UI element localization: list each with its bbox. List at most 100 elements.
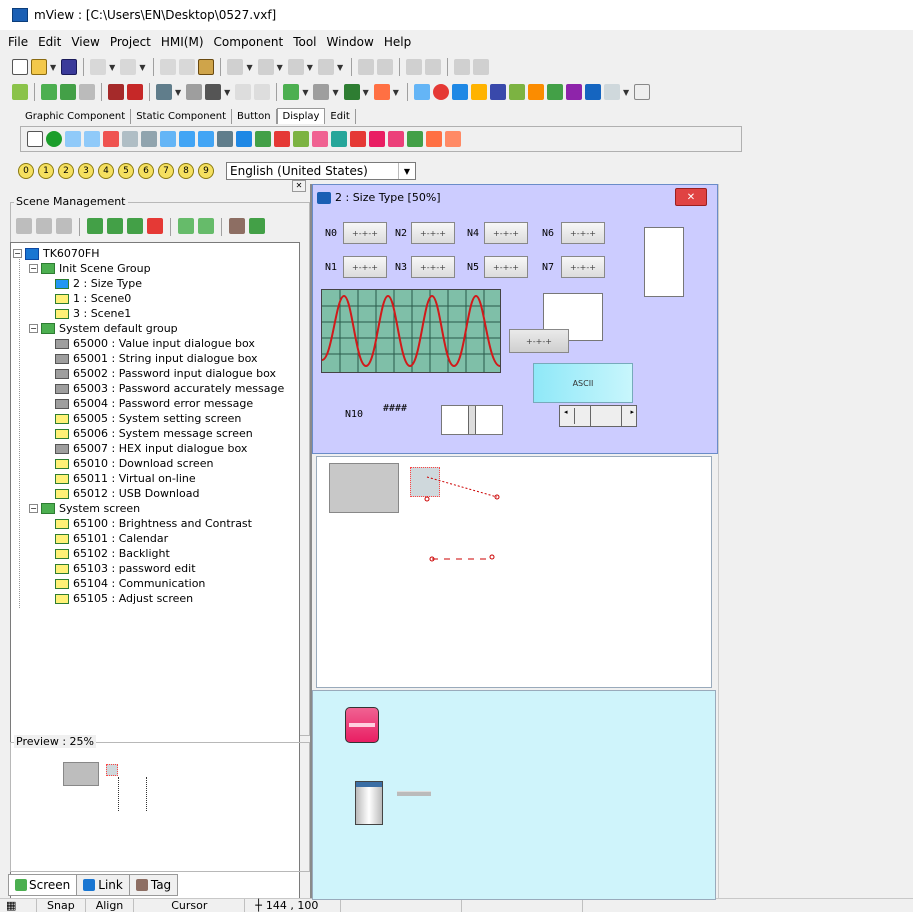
numeric-display-icon[interactable]	[65, 131, 81, 147]
tab-graphic-component[interactable]: Graphic Component	[20, 109, 132, 124]
import-icon[interactable]	[178, 218, 194, 234]
tree-item[interactable]: − Init Scene Group	[29, 261, 151, 276]
rectangle-shape[interactable]	[644, 227, 684, 297]
align-top-icon[interactable]	[257, 59, 274, 75]
upload-icon[interactable]	[60, 84, 76, 100]
scene-copy-icon[interactable]	[36, 218, 52, 234]
tree-item[interactable]: 65002 : Password input dialogue box	[55, 366, 276, 381]
menu-view[interactable]: View	[71, 35, 99, 49]
trend-chart-icon[interactable]	[293, 131, 309, 147]
tree-item[interactable]: 65105 : Adjust screen	[55, 591, 193, 606]
bit-display-icon[interactable]	[103, 131, 119, 147]
ascii-input[interactable]: ASCII	[533, 363, 633, 403]
tree-item[interactable]: 65011 : Virtual on-line	[55, 471, 196, 486]
menu-hmi[interactable]: HMI(M)	[161, 35, 204, 49]
ungroup-icon[interactable]	[377, 59, 394, 75]
tab-button[interactable]: Button	[232, 109, 277, 124]
distribute-icon[interactable]	[287, 59, 304, 75]
language-select[interactable]: English (United States) ▼	[226, 162, 416, 180]
tree-item[interactable]: 65005 : System setting screen	[55, 411, 241, 426]
layer-icon[interactable]	[205, 84, 222, 100]
tree-item[interactable]: 65104 : Communication	[55, 576, 205, 591]
num-button-4[interactable]: 4	[98, 163, 114, 179]
num-button-5[interactable]: 5	[118, 163, 134, 179]
group-icon[interactable]	[358, 59, 375, 75]
monitor-icon[interactable]	[489, 84, 506, 100]
tree-item[interactable]: 65010 : Download screen	[55, 456, 213, 471]
tree-item[interactable]: 3 : Scene1	[55, 306, 131, 321]
collapse-icon[interactable]: −	[13, 249, 22, 258]
tree-item[interactable]: 65100 : Brightness and Contrast	[55, 516, 252, 531]
xy-plot-icon[interactable]	[255, 131, 271, 147]
scene-canvas[interactable]	[316, 456, 712, 688]
option-icon[interactable]	[603, 84, 620, 100]
tree-item[interactable]: 65102 : Backlight	[55, 546, 170, 561]
num-button-6[interactable]: 6	[138, 163, 154, 179]
grid-icon[interactable]	[186, 84, 203, 100]
num-button-7[interactable]: 7	[158, 163, 174, 179]
scheduler-icon[interactable]	[546, 84, 563, 100]
tree-item[interactable]: 65012 : USB Download	[55, 486, 199, 501]
zoom-in-icon[interactable]	[235, 84, 252, 100]
gauge-icon[interactable]	[407, 131, 423, 147]
collapse-icon[interactable]: −	[29, 324, 38, 333]
online-sim-icon[interactable]	[127, 84, 143, 100]
numeric-input[interactable]: +-+-+	[411, 222, 455, 244]
group-property-icon[interactable]	[249, 218, 265, 234]
num-button-1[interactable]: 1	[38, 163, 54, 179]
trend-chart[interactable]	[321, 289, 501, 373]
status-align[interactable]: Align	[86, 899, 135, 912]
numeric-input[interactable]: +-+-+	[484, 222, 528, 244]
tree-item[interactable]: − TK6070FH	[13, 246, 100, 261]
tree-item[interactable]: 65004 : Password error message	[55, 396, 253, 411]
new-window-icon[interactable]	[107, 218, 123, 234]
history-chart-icon[interactable]	[312, 131, 328, 147]
tab-static-component[interactable]: Static Component	[131, 109, 233, 124]
tree-item[interactable]: 65001 : String input dialogue box	[55, 351, 257, 366]
menu-window[interactable]: Window	[327, 35, 374, 49]
numeric-input[interactable]: +-+-+	[343, 256, 387, 278]
alarm-icon[interactable]	[432, 84, 449, 100]
scrollbar-control[interactable]: ◂ ▸	[559, 405, 637, 427]
operation-record-icon[interactable]	[388, 131, 404, 147]
flip-icon[interactable]	[454, 59, 471, 75]
menu-project[interactable]: Project	[110, 35, 151, 49]
stop-icon[interactable]	[79, 84, 95, 100]
num-button-8[interactable]: 8	[178, 163, 194, 179]
meter-icon[interactable]	[179, 131, 195, 147]
cylinder-shape[interactable]	[355, 781, 383, 825]
arrow-right-icon[interactable]	[451, 84, 468, 100]
save-icon[interactable]	[61, 59, 78, 75]
new-group-icon[interactable]	[229, 218, 245, 234]
align-left-icon[interactable]	[227, 59, 244, 75]
pointer-icon[interactable]	[27, 131, 43, 147]
open-file-icon[interactable]	[31, 59, 47, 75]
pen-icon[interactable]	[343, 84, 360, 100]
num-button-3[interactable]: 3	[78, 163, 94, 179]
tree-item[interactable]: 65007 : HEX input dialogue box	[55, 441, 247, 456]
bar-graph-icon[interactable]	[160, 131, 176, 147]
scene-property-icon[interactable]	[127, 218, 143, 234]
screen-display-icon[interactable]	[236, 131, 252, 147]
slider-control[interactable]	[441, 405, 503, 435]
numeric-input[interactable]: +-+-+	[484, 256, 528, 278]
collapse-icon[interactable]: −	[29, 504, 38, 513]
status-snap[interactable]: Snap	[37, 899, 86, 912]
network-icon[interactable]	[508, 84, 525, 100]
scene-paste-icon[interactable]	[56, 218, 72, 234]
alarm-display-icon[interactable]	[331, 131, 347, 147]
export-icon[interactable]	[198, 218, 214, 234]
zoom-out-icon[interactable]	[254, 84, 271, 100]
trend-icon[interactable]	[565, 84, 582, 100]
pipe-shape[interactable]	[397, 791, 431, 796]
tree-item[interactable]: 65003 : Password accurately message	[55, 381, 284, 396]
panel-close-icon[interactable]: ✕	[292, 180, 306, 192]
record-display-icon[interactable]	[369, 131, 385, 147]
abc-icon[interactable]	[373, 84, 390, 100]
offline-sim-icon[interactable]	[108, 84, 124, 100]
ascii-display-icon[interactable]	[84, 131, 100, 147]
num-button-9[interactable]: 9	[198, 163, 214, 179]
download-icon[interactable]	[41, 84, 57, 100]
scene-cut-icon[interactable]	[16, 218, 32, 234]
numeric-input[interactable]: +-+-+	[561, 222, 605, 244]
